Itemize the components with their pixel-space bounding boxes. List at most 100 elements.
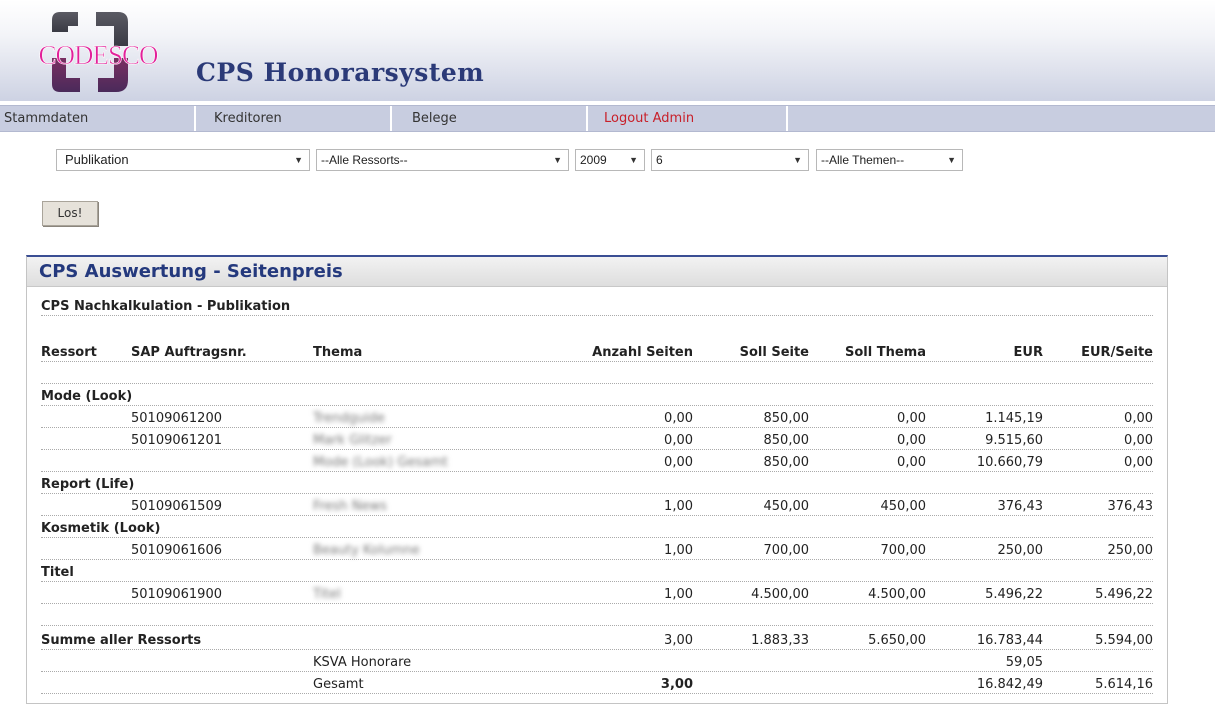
cell-eur: 250,00 bbox=[997, 543, 1044, 558]
cell-eur_seite: 250,00 bbox=[1107, 543, 1154, 558]
cell-soll_thema: 4.500,00 bbox=[868, 587, 926, 602]
gesamt-eur-seite: 5.614,16 bbox=[1095, 677, 1153, 692]
ksva-eur: 59,05 bbox=[1005, 655, 1043, 670]
cell-seiten: 1,00 bbox=[664, 543, 693, 558]
menu-kreditoren[interactable]: Kreditoren bbox=[196, 106, 392, 131]
gesamt-seiten: 3,00 bbox=[660, 677, 693, 692]
codesco-logo: CODESCO bbox=[38, 12, 159, 92]
chevron-down-icon: ▼ bbox=[294, 155, 303, 165]
chevron-down-icon: ▼ bbox=[793, 155, 802, 165]
cell-soll_thema: 0,00 bbox=[897, 411, 926, 426]
cell-soll_thema: 450,00 bbox=[880, 499, 927, 514]
chevron-down-icon: ▼ bbox=[629, 155, 638, 165]
summary-soll_thema: 5.650,00 bbox=[868, 633, 926, 648]
gesamt-eur: 16.842,49 bbox=[976, 677, 1043, 692]
cell-sap: 50109061606 bbox=[131, 543, 222, 558]
chevron-down-icon: ▼ bbox=[553, 155, 562, 165]
ressort-group-row: Mode (Look) bbox=[41, 383, 1153, 406]
cell-sap: 50109061509 bbox=[131, 499, 222, 514]
cell-soll_thema: 700,00 bbox=[880, 543, 927, 558]
report-subtitle-row: CPS Nachkalkulation - Publikation bbox=[41, 293, 1153, 316]
year-select-value: 2009 bbox=[580, 153, 607, 167]
cell-eur: 1.145,19 bbox=[985, 411, 1043, 426]
cell-eur_seite: 376,43 bbox=[1107, 499, 1154, 514]
ressort-name: Report (Life) bbox=[41, 477, 135, 492]
panel-title: CPS Auswertung - Seitenpreis bbox=[27, 257, 1167, 287]
cell-eur: 376,43 bbox=[997, 499, 1044, 514]
cell-soll_seite: 450,00 bbox=[763, 499, 810, 514]
year-select[interactable]: 2009 ▼ bbox=[575, 149, 645, 171]
cell-eur_seite: 0,00 bbox=[1124, 411, 1153, 426]
cell-eur_seite: 5.496,22 bbox=[1095, 587, 1153, 602]
menu-logout[interactable]: Logout Admin bbox=[588, 106, 788, 131]
column-header: Thema bbox=[313, 345, 363, 360]
main-menu: Stammdaten Kreditoren Belege Logout Admi… bbox=[0, 105, 1215, 132]
cell-thema: Fresh News bbox=[313, 499, 387, 514]
cell-soll_seite: 4.500,00 bbox=[751, 587, 809, 602]
table-header: Ressort SAP Auftragsnr. Thema Anzahl Seiten… bbox=[41, 337, 1153, 362]
svg-text:CODESCO: CODESCO bbox=[38, 40, 158, 70]
table-row: Mode (Look) Gesamt 0,00 850,00 0,00 10.660,7… bbox=[41, 449, 1153, 472]
cell-sap: 50109061900 bbox=[131, 587, 222, 602]
column-header: EUR/Seite bbox=[1081, 345, 1153, 360]
cell-thema: Beauty Kolumne bbox=[313, 543, 420, 558]
cell-eur: 9.515,60 bbox=[985, 433, 1043, 448]
summary-soll_seite: 1.883,33 bbox=[751, 633, 809, 648]
table-row: 50109061509 Fresh News 1,00 450,00 450,00 376… bbox=[41, 493, 1153, 516]
table-row: 50109061201 Mark Glitzer 0,00 850,00 0,00 9.5… bbox=[41, 427, 1153, 450]
cell-thema: Mode (Look) Gesamt bbox=[313, 455, 448, 470]
ksva-row: KSVA Honorare 59,05 bbox=[41, 649, 1153, 672]
cell-eur_seite: 0,00 bbox=[1124, 433, 1153, 448]
submit-button[interactable]: Los! bbox=[42, 201, 98, 226]
cell-seiten: 0,00 bbox=[664, 455, 693, 470]
column-header: EUR bbox=[1013, 345, 1043, 360]
cell-seiten: 0,00 bbox=[664, 433, 693, 448]
app-header: CODESCO CPS Honorarsystem bbox=[0, 0, 1215, 101]
table-row: 50109061200 Trendguide 0,00 850,00 0,00 1.145… bbox=[41, 405, 1153, 428]
month-select[interactable]: 6 ▼ bbox=[651, 149, 809, 171]
column-header: Soll Thema bbox=[845, 345, 926, 360]
cell-seiten: 1,00 bbox=[664, 499, 693, 514]
ressort-select[interactable]: --Alle Ressorts-- ▼ bbox=[316, 149, 569, 171]
thema-select[interactable]: --Alle Themen-- ▼ bbox=[816, 149, 963, 171]
cell-seiten: 1,00 bbox=[664, 587, 693, 602]
summary-seiten: 3,00 bbox=[664, 633, 693, 648]
app-title: CPS Honorarsystem bbox=[196, 58, 485, 87]
table-row: 50109061606 Beauty Kolumne 1,00 700,00 700,0… bbox=[41, 537, 1153, 560]
summary-eur: 16.783,44 bbox=[976, 633, 1043, 648]
chevron-down-icon: ▼ bbox=[947, 155, 956, 165]
ksva-label: KSVA Honorare bbox=[313, 655, 412, 670]
cell-eur: 10.660,79 bbox=[976, 455, 1043, 470]
summary-label: Summe aller Ressorts bbox=[41, 633, 202, 648]
cell-eur: 5.496,22 bbox=[985, 587, 1043, 602]
type-select[interactable]: Publikation ▼ bbox=[56, 149, 310, 171]
report-subtitle: CPS Nachkalkulation - Publikation bbox=[41, 299, 291, 314]
cell-soll_seite: 700,00 bbox=[763, 543, 810, 558]
cell-thema: Titel bbox=[313, 587, 341, 602]
column-header: Soll Seite bbox=[739, 345, 809, 360]
cell-seiten: 0,00 bbox=[664, 411, 693, 426]
thema-select-value: --Alle Themen-- bbox=[821, 153, 905, 167]
ressort-name: Titel bbox=[41, 565, 74, 580]
gesamt-label: Gesamt bbox=[313, 677, 364, 692]
cell-eur_seite: 0,00 bbox=[1124, 455, 1153, 470]
summary-row: Summe aller Ressorts 3,00 1.883,33 5.650,00… bbox=[41, 625, 1153, 650]
cell-soll_thema: 0,00 bbox=[897, 455, 926, 470]
cell-thema: Mark Glitzer bbox=[313, 433, 392, 448]
spacer-row bbox=[41, 605, 1153, 626]
ressort-select-value: --Alle Ressorts-- bbox=[321, 153, 408, 167]
column-header: Anzahl Seiten bbox=[592, 345, 693, 360]
cell-soll_thema: 0,00 bbox=[897, 433, 926, 448]
cell-soll_seite: 850,00 bbox=[763, 433, 810, 448]
summary-eur_seite: 5.594,00 bbox=[1095, 633, 1153, 648]
gesamt-row: Gesamt 3,00 16.842,49 5.614,16 bbox=[41, 671, 1153, 694]
spacer-row bbox=[41, 361, 1153, 384]
ressort-name: Kosmetik (Look) bbox=[41, 521, 161, 536]
menu-stammdaten[interactable]: Stammdaten bbox=[0, 106, 196, 131]
cell-sap: 50109061200 bbox=[131, 411, 222, 426]
month-select-value: 6 bbox=[656, 153, 663, 167]
menu-belege[interactable]: Belege bbox=[392, 106, 588, 131]
table-row: 50109061900 Titel 1,00 4.500,00 4.500,00 5.49… bbox=[41, 581, 1153, 604]
column-header: SAP Auftragsnr. bbox=[131, 345, 247, 360]
ressort-group-row: Report (Life) bbox=[41, 471, 1153, 494]
